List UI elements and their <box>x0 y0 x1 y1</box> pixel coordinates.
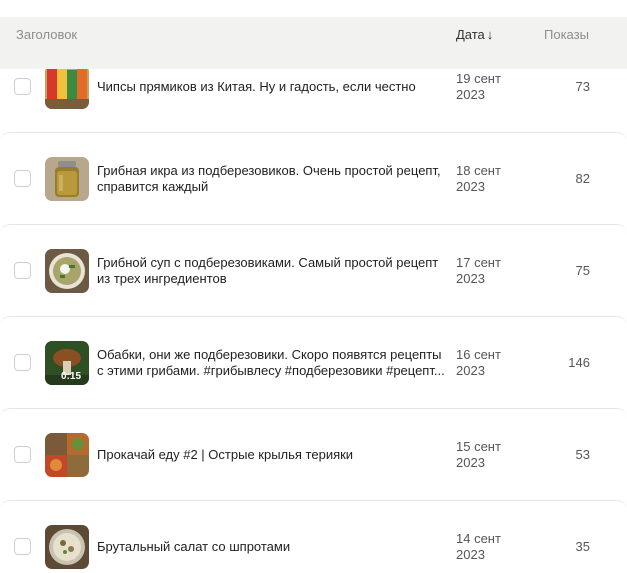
publish-date: 14 сент 2023 <box>456 531 516 563</box>
arrow-down-icon[interactable]: ↓ <box>487 27 494 42</box>
row-checkbox[interactable] <box>14 446 31 463</box>
video-title[interactable]: Грибная икра из подберезовиков. Очень пр… <box>97 163 449 195</box>
publish-date: 18 сент 2023 <box>456 163 516 195</box>
row-checkbox[interactable] <box>14 78 31 95</box>
column-header-date-label: Дата <box>456 27 485 42</box>
chips-thumbnail[interactable] <box>45 65 89 109</box>
publish-date-day: 16 сент <box>456 347 501 362</box>
content-list-page: Чипсы прямиков из Китая. Ну и гадость, е… <box>0 0 627 573</box>
publish-date-day: 19 сент <box>456 71 501 86</box>
soup-thumbnail[interactable] <box>45 249 89 293</box>
row-checkbox[interactable] <box>14 354 31 371</box>
publish-date-year: 2023 <box>456 363 485 378</box>
video-duration: 0:15 <box>61 371 82 382</box>
views-count: 53 <box>575 447 590 462</box>
publish-date-year: 2023 <box>456 455 485 470</box>
jar-thumbnail[interactable] <box>45 157 89 201</box>
column-header-date[interactable]: Дата ↓ <box>456 27 493 42</box>
views-count: 82 <box>575 171 590 186</box>
publish-date-day: 17 сент <box>456 255 501 270</box>
table-row[interactable]: Грибной суп с подберезовиками. Самый про… <box>0 224 627 316</box>
video-title[interactable]: Брутальный салат со шпротами <box>97 539 449 555</box>
publish-date: 16 сент 2023 <box>456 347 516 379</box>
publish-date-year: 2023 <box>456 87 485 102</box>
row-checkbox[interactable] <box>14 262 31 279</box>
publish-date-day: 18 сент <box>456 163 501 178</box>
video-title[interactable]: Прокачай еду #2 | Острые крылья терияки <box>97 447 449 463</box>
video-title[interactable]: Обабки, они же подберезовики. Скоро появ… <box>97 347 449 379</box>
content-rows: Чипсы прямиков из Китая. Ну и гадость, е… <box>0 40 627 573</box>
publish-date-year: 2023 <box>456 271 485 286</box>
wings-thumbnail[interactable] <box>45 433 89 477</box>
publish-date: 17 сент 2023 <box>456 255 516 287</box>
row-checkbox[interactable] <box>14 538 31 555</box>
views-count: 35 <box>575 539 590 554</box>
publish-date-day: 14 сент <box>456 531 501 546</box>
publish-date: 19 сент 2023 <box>456 71 516 103</box>
video-title[interactable]: Чипсы прямиков из Китая. Ну и гадость, е… <box>97 79 449 95</box>
salad-thumbnail[interactable] <box>45 525 89 569</box>
table-row[interactable]: Грибная икра из подберезовиков. Очень пр… <box>0 132 627 224</box>
table-row[interactable]: 0:15 Обабки, они же подберезовики. Скоро… <box>0 316 627 408</box>
mushroom-thumbnail[interactable]: 0:15 <box>45 341 89 385</box>
table-row[interactable]: Прокачай еду #2 | Острые крылья терияки … <box>0 408 627 500</box>
video-title[interactable]: Грибной суп с подберезовиками. Самый про… <box>97 255 449 287</box>
views-count: 146 <box>568 355 590 370</box>
views-count: 75 <box>575 263 590 278</box>
publish-date-year: 2023 <box>456 179 485 194</box>
publish-date-day: 15 сент <box>456 439 501 454</box>
table-header: Заголовок Дата ↓ Показы <box>0 17 627 69</box>
publish-date-year: 2023 <box>456 547 485 562</box>
row-checkbox[interactable] <box>14 170 31 187</box>
table-row[interactable]: Брутальный салат со шпротами 14 сент 202… <box>0 500 627 573</box>
publish-date: 15 сент 2023 <box>456 439 516 471</box>
views-count: 73 <box>575 79 590 94</box>
column-header-views[interactable]: Показы <box>544 27 589 42</box>
column-header-title: Заголовок <box>16 27 78 42</box>
